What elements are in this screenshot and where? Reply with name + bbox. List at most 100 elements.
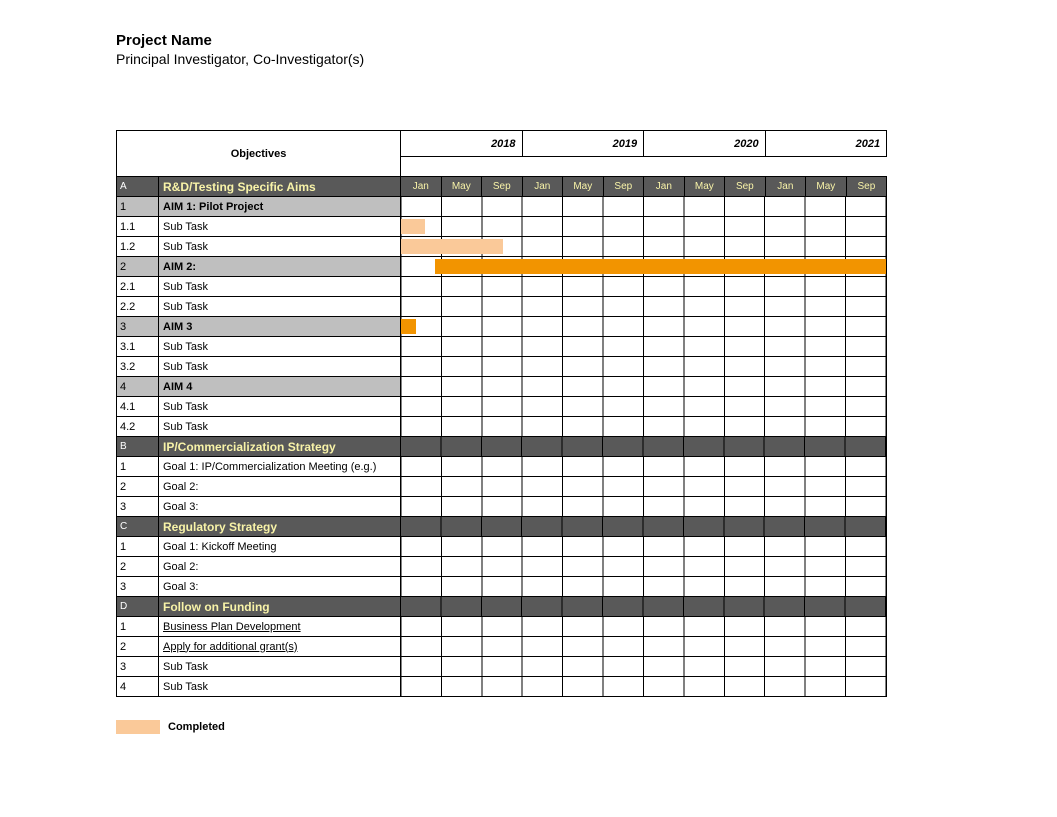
row-label: Sub Task <box>159 297 401 317</box>
row-label: Apply for additional grant(s) <box>159 637 401 657</box>
row-number: 2.1 <box>117 277 159 297</box>
row-number: 1 <box>117 457 159 477</box>
month-header: May <box>441 177 482 197</box>
header: Project Name Principal Investigator, Co-… <box>0 0 1057 67</box>
row-label: Sub Task <box>159 357 401 377</box>
legend-label-completed: Completed <box>168 721 225 733</box>
month-header: Jan <box>765 177 806 197</box>
row-number: 1 <box>117 617 159 637</box>
month-header: Sep <box>725 177 766 197</box>
legend: Completed <box>116 720 225 734</box>
gantt-bar <box>401 219 425 234</box>
gantt-table-wrap: Objectives2018201920202021 AR&D/Testing S… <box>116 130 886 697</box>
row-number: 2.2 <box>117 297 159 317</box>
row-number: 1 <box>117 197 159 217</box>
row-label: Goal 2: <box>159 477 401 497</box>
gantt-table: Objectives2018201920202021 AR&D/Testing S… <box>116 130 887 697</box>
gantt-bar <box>401 319 416 334</box>
page-title: Project Name <box>116 32 1057 49</box>
section-gantt-header <box>401 517 887 537</box>
gantt-cell <box>401 257 887 277</box>
year-header: 2020 <box>644 131 766 157</box>
row-number: 3.1 <box>117 337 159 357</box>
gantt-cell <box>401 397 887 417</box>
row-label: Sub Task <box>159 677 401 697</box>
year-header: 2019 <box>522 131 644 157</box>
month-header: May <box>563 177 604 197</box>
row-label: Sub Task <box>159 417 401 437</box>
objectives-header: Objectives <box>117 131 401 177</box>
row-number: 2 <box>117 637 159 657</box>
gantt-cell <box>401 477 887 497</box>
row-label: Sub Task <box>159 237 401 257</box>
month-header: Sep <box>846 177 887 197</box>
row-label: Sub Task <box>159 277 401 297</box>
gantt-cell <box>401 237 887 257</box>
row-number: 3 <box>117 577 159 597</box>
row-label: AIM 4 <box>159 377 401 397</box>
gantt-cell <box>401 377 887 397</box>
row-number: 3 <box>117 657 159 677</box>
row-label: Goal 1: Kickoff Meeting <box>159 537 401 557</box>
gantt-document: Project Name Principal Investigator, Co-… <box>0 0 1057 817</box>
gantt-cell <box>401 337 887 357</box>
section-gantt-header <box>401 437 887 457</box>
section-key: C <box>117 517 159 537</box>
gantt-cell <box>401 637 887 657</box>
gantt-cell <box>401 357 887 377</box>
gantt-cell <box>401 677 887 697</box>
section-title: Regulatory Strategy <box>159 517 401 537</box>
gantt-cell <box>401 557 887 577</box>
month-header: Jan <box>522 177 563 197</box>
section-key: B <box>117 437 159 457</box>
gantt-cell <box>401 277 887 297</box>
row-number: 4 <box>117 377 159 397</box>
row-number: 2 <box>117 557 159 577</box>
gantt-cell <box>401 657 887 677</box>
month-header: Sep <box>603 177 644 197</box>
row-number: 1.2 <box>117 237 159 257</box>
month-header: Sep <box>482 177 523 197</box>
gantt-cell <box>401 217 887 237</box>
month-header: May <box>806 177 847 197</box>
row-number: 3.2 <box>117 357 159 377</box>
section-title: Follow on Funding <box>159 597 401 617</box>
row-label: AIM 3 <box>159 317 401 337</box>
row-number: 4.2 <box>117 417 159 437</box>
row-label: Goal 2: <box>159 557 401 577</box>
gantt-cell <box>401 537 887 557</box>
month-header: Jan <box>401 177 442 197</box>
section-title: IP/Commercialization Strategy <box>159 437 401 457</box>
row-label: Business Plan Development <box>159 617 401 637</box>
section-key: D <box>117 597 159 617</box>
legend-swatch-completed <box>116 720 160 734</box>
row-label: AIM 1: Pilot Project <box>159 197 401 217</box>
row-number: 1 <box>117 537 159 557</box>
row-number: 3 <box>117 317 159 337</box>
gantt-cell <box>401 577 887 597</box>
row-number: 4 <box>117 677 159 697</box>
row-number: 2 <box>117 257 159 277</box>
year-header: 2021 <box>765 131 887 157</box>
row-label: Sub Task <box>159 397 401 417</box>
row-number: 1.1 <box>117 217 159 237</box>
gantt-cell <box>401 497 887 517</box>
month-header: May <box>684 177 725 197</box>
gantt-cell <box>401 317 887 337</box>
row-number: 2 <box>117 477 159 497</box>
month-header: Jan <box>644 177 685 197</box>
gantt-cell <box>401 197 887 217</box>
row-label: Sub Task <box>159 217 401 237</box>
gantt-bar <box>435 259 886 274</box>
row-label: AIM 2: <box>159 257 401 277</box>
section-title: R&D/Testing Specific Aims <box>159 177 401 197</box>
row-label: Goal 1: IP/Commercialization Meeting (e.… <box>159 457 401 477</box>
row-label: Sub Task <box>159 657 401 677</box>
row-label: Sub Task <box>159 337 401 357</box>
gantt-cell <box>401 617 887 637</box>
year-header: 2018 <box>401 131 523 157</box>
row-label: Goal 3: <box>159 497 401 517</box>
gantt-cell <box>401 457 887 477</box>
gantt-cell <box>401 417 887 437</box>
section-key: A <box>117 177 159 197</box>
